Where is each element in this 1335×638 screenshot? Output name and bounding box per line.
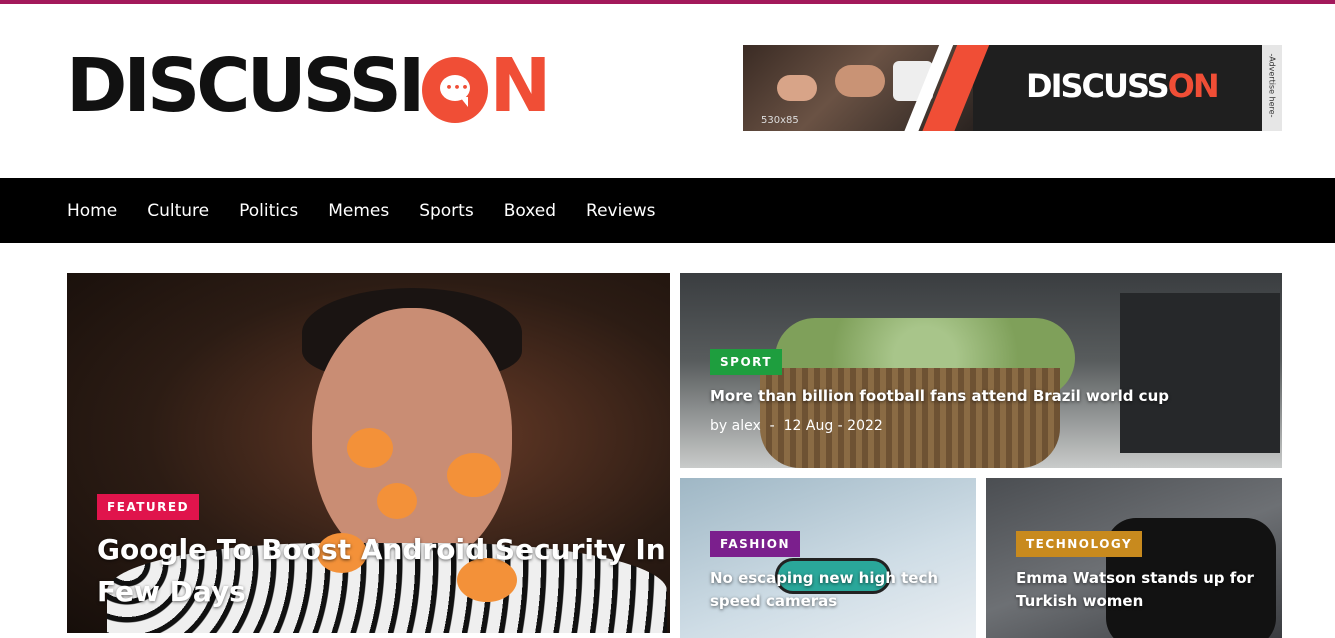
technology-post-card[interactable]: TECHNOLOGY Emma Watson stands up for Tur… [986,478,1282,638]
nav-item-politics[interactable]: Politics [239,201,298,221]
ad-brand: DISCUSSON [1026,67,1220,105]
logo-text: DISCUSSI ••• N [66,43,551,129]
category-badge[interactable]: TECHNOLOGY [1016,531,1143,557]
sport-post-card[interactable]: SPORT More than billion football fans at… [680,273,1282,468]
advertisement-banner[interactable]: 530x85 DISCUSSON -Advertise here- [743,45,1282,131]
nav-item-reviews[interactable]: Reviews [586,201,656,221]
ad-size-label: 530x85 [761,115,799,126]
top-accent-line [0,0,1335,4]
category-badge[interactable]: FEATURED [97,494,200,520]
nav-item-sports[interactable]: Sports [419,201,474,221]
post-title[interactable]: No escaping new high tech speed cameras [710,567,970,613]
nav-item-home[interactable]: Home [67,201,117,221]
post-title[interactable]: Emma Watson stands up for Turkish women [1016,567,1276,613]
site-logo[interactable]: DISCUSSI ••• N [66,43,551,129]
ad-side-label: -Advertise here- [1262,45,1282,131]
nav-item-culture[interactable]: Culture [147,201,209,221]
post-author[interactable]: by alex [710,418,761,434]
nav-item-memes[interactable]: Memes [328,201,389,221]
main-navigation: Home Culture Politics Memes Sports Boxed… [0,178,1335,243]
post-title[interactable]: More than billion football fans attend B… [710,385,1250,407]
featured-post-card[interactable]: FEATURED Google To Boost Android Securit… [67,273,670,633]
post-meta: by alex - 12 Aug - 2022 [710,418,883,434]
chat-bubble-icon: ••• [422,57,489,124]
post-title[interactable]: Google To Boost Android Security In Few … [97,529,667,613]
category-badge[interactable]: SPORT [710,349,783,375]
nav-item-boxed[interactable]: Boxed [504,201,556,221]
category-badge[interactable]: FASHION [710,531,801,557]
post-date: 12 Aug - 2022 [783,418,883,434]
fashion-post-card[interactable]: FASHION No escaping new high tech speed … [680,478,976,638]
